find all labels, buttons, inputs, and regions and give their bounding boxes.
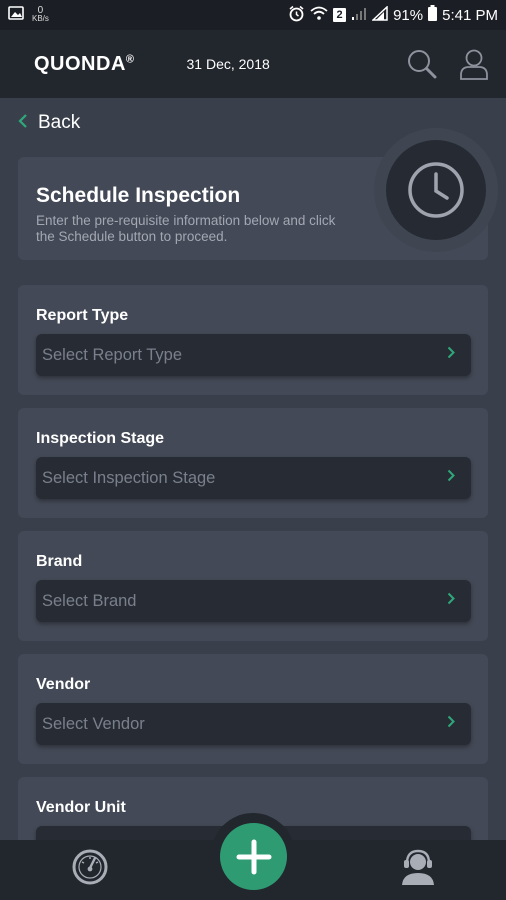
app-header: QUONDA® 31 Dec, 2018 xyxy=(0,30,506,98)
vendor-placeholder: Select Vendor xyxy=(42,714,145,733)
vendor-unit-label: Vendor Unit xyxy=(36,799,126,816)
profile-button[interactable] xyxy=(456,46,492,82)
add-button[interactable] xyxy=(220,823,287,890)
plus-icon xyxy=(236,839,271,874)
brand-card: Brand Select Brand xyxy=(18,531,488,641)
search-button[interactable] xyxy=(404,46,440,82)
gallery-icon xyxy=(8,6,24,24)
sim-badge: 2 xyxy=(333,8,347,22)
brand-placeholder: Select Brand xyxy=(42,591,137,610)
page-description: Enter the pre-requisite information belo… xyxy=(36,213,336,244)
report-type-label: Report Type xyxy=(36,307,129,324)
report-type-card: Report Type Select Report Type xyxy=(18,285,488,395)
search-icon xyxy=(408,50,437,79)
gauge-icon xyxy=(72,849,108,885)
back-button[interactable]: Back xyxy=(18,112,80,134)
speed-unit: KB/s xyxy=(32,14,49,23)
app-logo: QUONDA® xyxy=(34,53,135,76)
back-label: Back xyxy=(38,112,81,133)
battery-percent: 91% xyxy=(393,6,424,24)
header-date: 31 Dec, 2018 xyxy=(186,56,270,72)
clock-time: 5:41 PM xyxy=(442,6,498,24)
brand-label: Brand xyxy=(36,553,83,570)
user-icon xyxy=(460,49,488,80)
report-type-placeholder: Select Report Type xyxy=(42,345,183,364)
vendor-label: Vendor xyxy=(36,676,91,693)
wifi-icon xyxy=(310,6,328,25)
clock-icon xyxy=(408,162,464,218)
alarm-icon xyxy=(288,5,305,26)
signal-weak-icon xyxy=(351,6,367,25)
brand-select[interactable]: Select Brand xyxy=(36,580,471,622)
signal-icon xyxy=(371,4,388,25)
chevron-right-icon xyxy=(447,592,455,610)
network-speed: 0 KB/s xyxy=(32,6,49,23)
support-nav-button[interactable] xyxy=(396,845,440,889)
inspection-stage-placeholder: Select Inspection Stage xyxy=(42,468,216,487)
page-title: Schedule Inspection xyxy=(36,184,241,207)
chevron-right-icon xyxy=(447,469,455,487)
status-bar: 0 KB/s 2 91% 5:41 PM xyxy=(0,0,506,30)
clock-badge xyxy=(386,140,486,240)
inspection-stage-select[interactable]: Select Inspection Stage xyxy=(36,457,471,499)
chevron-left-icon xyxy=(18,113,28,134)
chevron-right-icon xyxy=(447,346,455,364)
vendor-select[interactable]: Select Vendor xyxy=(36,703,471,745)
logo-registered-mark: ® xyxy=(125,52,135,65)
logo-text: QUONDA xyxy=(34,52,126,75)
battery-icon xyxy=(428,5,438,25)
inspection-stage-card: Inspection Stage Select Inspection Stage xyxy=(18,408,488,518)
dashboard-nav-button[interactable] xyxy=(70,847,110,887)
inspection-stage-label: Inspection Stage xyxy=(36,430,165,447)
support-agent-icon xyxy=(402,849,434,885)
vendor-card: Vendor Select Vendor xyxy=(18,654,488,764)
report-type-select[interactable]: Select Report Type xyxy=(36,334,471,376)
chevron-right-icon xyxy=(447,715,455,733)
